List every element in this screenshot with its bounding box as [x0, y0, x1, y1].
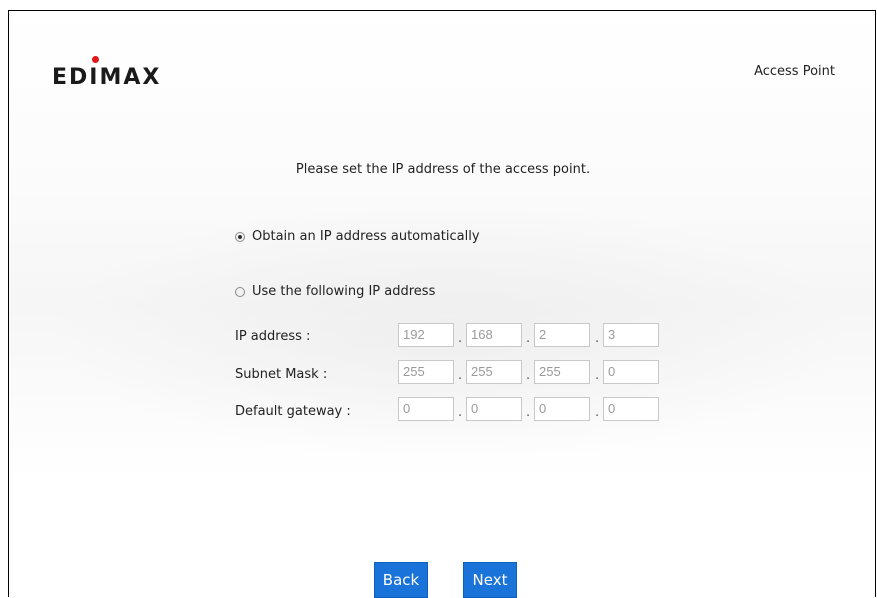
ip-octet-3[interactable]: 2	[534, 323, 590, 347]
ip-dot-2: .	[526, 331, 531, 346]
gateway-octet-4[interactable]: 0	[603, 397, 659, 421]
gateway-label: Default gateway :	[235, 404, 351, 419]
option-dhcp[interactable]: Obtain an IP address automatically	[235, 229, 480, 244]
gateway-dot-3: .	[595, 405, 600, 420]
option-static[interactable]: Use the following IP address	[235, 284, 435, 299]
instruction-text: Please set the IP address of the access …	[295, 162, 591, 177]
ip-address-label: IP address :	[235, 329, 311, 344]
radio-static[interactable]	[235, 286, 245, 297]
radio-dhcp[interactable]	[235, 231, 245, 242]
mode-label: Access Point	[754, 64, 835, 79]
gateway-dot-2: .	[526, 405, 531, 420]
subnet-mask-label: Subnet Mask :	[235, 367, 328, 382]
edimax-logo: EDIMAX	[52, 65, 162, 90]
gateway-octet-2[interactable]: 0	[466, 397, 522, 421]
mask-octet-4[interactable]: 0	[603, 360, 659, 384]
option-dhcp-label: Obtain an IP address automatically	[252, 229, 480, 244]
logo-dot	[92, 56, 99, 63]
mask-octet-2[interactable]: 255	[466, 360, 522, 384]
mask-octet-1[interactable]: 255	[398, 360, 454, 384]
ip-dot-3: .	[595, 331, 600, 346]
wizard-panel: EDIMAX Access Point Please set the IP ad…	[8, 10, 876, 597]
ip-dot-1: .	[458, 331, 463, 346]
ip-octet-2[interactable]: 168	[466, 323, 522, 347]
mask-octet-3[interactable]: 255	[534, 360, 590, 384]
next-button[interactable]: Next	[463, 562, 517, 598]
ip-octet-1[interactable]: 192	[398, 323, 454, 347]
gateway-octet-3[interactable]: 0	[534, 397, 590, 421]
gateway-octet-1[interactable]: 0	[398, 397, 454, 421]
option-static-label: Use the following IP address	[252, 284, 436, 299]
back-button[interactable]: Back	[374, 562, 428, 598]
gateway-dot-1: .	[458, 405, 463, 420]
ip-octet-4[interactable]: 3	[603, 323, 659, 347]
mask-dot-3: .	[595, 368, 600, 383]
mask-dot-2: .	[526, 368, 531, 383]
mask-dot-1: .	[458, 368, 463, 383]
